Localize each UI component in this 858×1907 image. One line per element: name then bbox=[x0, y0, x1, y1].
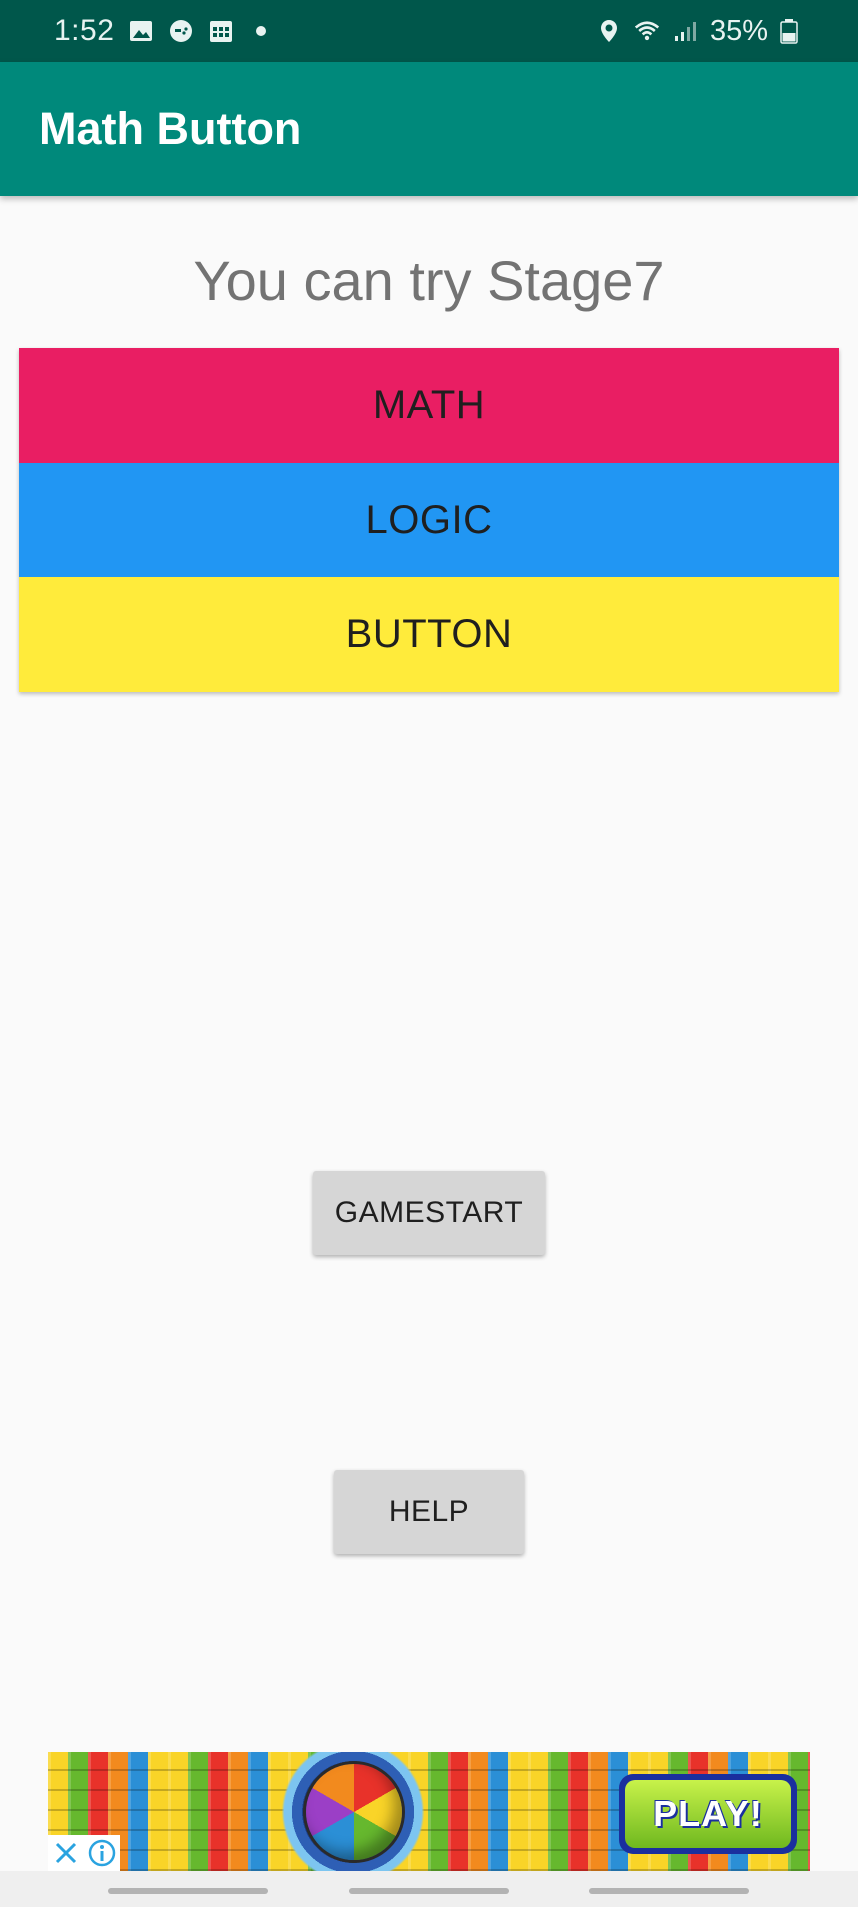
signal-icon bbox=[672, 18, 698, 44]
app-bar: Math Button bbox=[0, 62, 858, 196]
ad-play-label: PLAY! bbox=[625, 1780, 791, 1848]
stage-text: You can try Stage7 bbox=[193, 249, 665, 312]
nav-recents-handle[interactable] bbox=[108, 1888, 268, 1894]
math-button[interactable]: MATH bbox=[19, 348, 839, 463]
status-bar: 1:52 35% bbox=[0, 0, 858, 62]
color-button-stack: MATH LOGIC BUTTON bbox=[19, 348, 839, 692]
nav-bar bbox=[0, 1871, 858, 1907]
status-right: 35% bbox=[596, 0, 806, 62]
status-time: 1:52 bbox=[54, 14, 115, 47]
info-icon[interactable] bbox=[87, 1838, 117, 1868]
nav-back-handle[interactable] bbox=[589, 1888, 749, 1894]
game-icon bbox=[168, 18, 194, 44]
ad-play-button[interactable]: PLAY! bbox=[619, 1774, 797, 1854]
ad-ball-graphic bbox=[306, 1764, 402, 1860]
logic-button[interactable]: LOGIC bbox=[19, 463, 839, 577]
gamestart-button[interactable]: GAMESTART bbox=[313, 1171, 545, 1255]
app-title: Math Button bbox=[39, 103, 302, 154]
nav-home-handle[interactable] bbox=[349, 1888, 509, 1894]
calendar-icon bbox=[208, 18, 234, 44]
status-left: 1:52 bbox=[54, 0, 274, 62]
battery-icon bbox=[780, 18, 806, 44]
dot-icon bbox=[248, 18, 274, 44]
button-button[interactable]: BUTTON bbox=[19, 577, 839, 692]
battery-percent: 35% bbox=[709, 14, 768, 47]
ad-controls bbox=[48, 1835, 120, 1871]
image-icon bbox=[128, 18, 154, 44]
location-icon bbox=[596, 18, 622, 44]
help-button[interactable]: HELP bbox=[334, 1470, 524, 1554]
ad-banner[interactable]: PLAY! bbox=[48, 1752, 810, 1871]
close-icon[interactable] bbox=[51, 1838, 81, 1868]
wifi-icon bbox=[634, 18, 660, 44]
